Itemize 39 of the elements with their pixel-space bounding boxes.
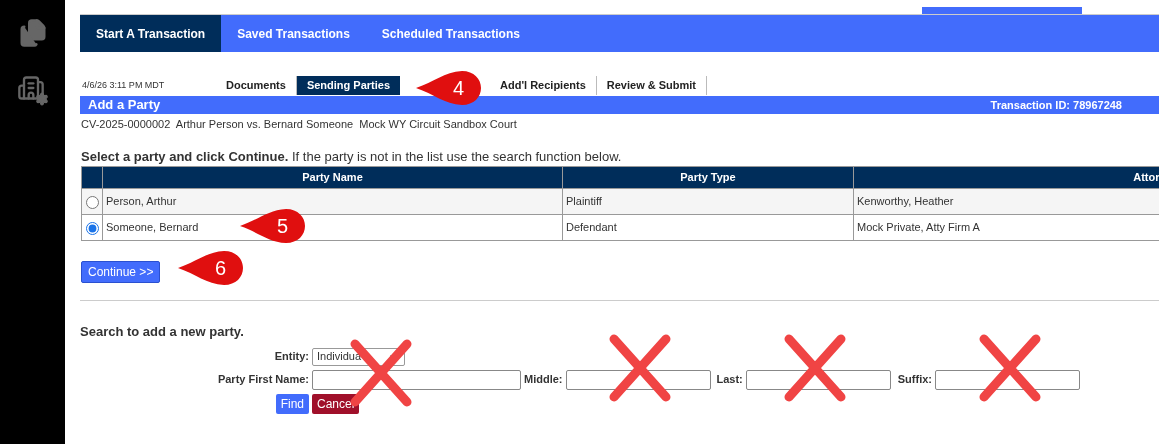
column-header: Party Name (102, 166, 563, 189)
nav-tab[interactable]: Scheduled Transactions (365, 15, 536, 52)
cross-mark-icon (608, 333, 672, 403)
column-header: Attor (853, 166, 1159, 189)
step-tab[interactable]: Documents (216, 76, 297, 95)
section-title: Add a Party (88, 96, 161, 115)
step-tab[interactable]: Review & Submit (596, 76, 708, 95)
column-header: Party Type (562, 166, 854, 189)
field-label: Entity: (273, 349, 309, 365)
cross-mark-icon (978, 333, 1042, 403)
field-label: Middle: (524, 372, 563, 388)
continue-button[interactable]: Continue >> (81, 261, 161, 283)
table-cell: Defendant (562, 214, 854, 241)
radio-button[interactable] (85, 221, 99, 235)
last-name-input[interactable] (745, 369, 891, 390)
step-tab[interactable]: Add'l Recipients (490, 76, 597, 95)
step-tab[interactable]: Sending Parties (296, 76, 401, 95)
entity-select[interactable]: Individua (312, 347, 405, 366)
field-label: Suffix: (897, 372, 932, 388)
cross-mark-icon (783, 333, 847, 403)
case-line: CV-2025-0000002 Arthur Person vs. Bernard Someone Mock WY Circuit Sandbox Court (80, 117, 518, 132)
callout: 4 (416, 70, 482, 106)
search-title: Search to add a new party. (80, 323, 245, 341)
field-label: Last: (716, 372, 743, 388)
callout: 6 (178, 250, 244, 286)
first-name-input[interactable] (312, 369, 521, 390)
table-cell: Plaintiff (562, 188, 854, 215)
find-button[interactable]: Find (275, 393, 309, 414)
timestamp: 4/6/26 3:11 PM MDT (82, 78, 166, 92)
instruction-text: Select a party and click Continue. If the party is not in the list use the search function below. (80, 147, 623, 166)
nav-tab[interactable]: Saved Transactions (221, 15, 366, 52)
callout: 5 (240, 208, 306, 244)
transaction-id: Transaction ID: 78967248 (990, 97, 1123, 113)
field-label: Party First Name: (216, 372, 309, 388)
suffix-input[interactable] (935, 369, 1080, 390)
nav-tab[interactable]: Start A Transaction (80, 15, 222, 52)
radio-button[interactable] (85, 195, 99, 209)
building-gear-icon[interactable] (16, 74, 49, 106)
middle-name-input[interactable] (565, 369, 711, 390)
